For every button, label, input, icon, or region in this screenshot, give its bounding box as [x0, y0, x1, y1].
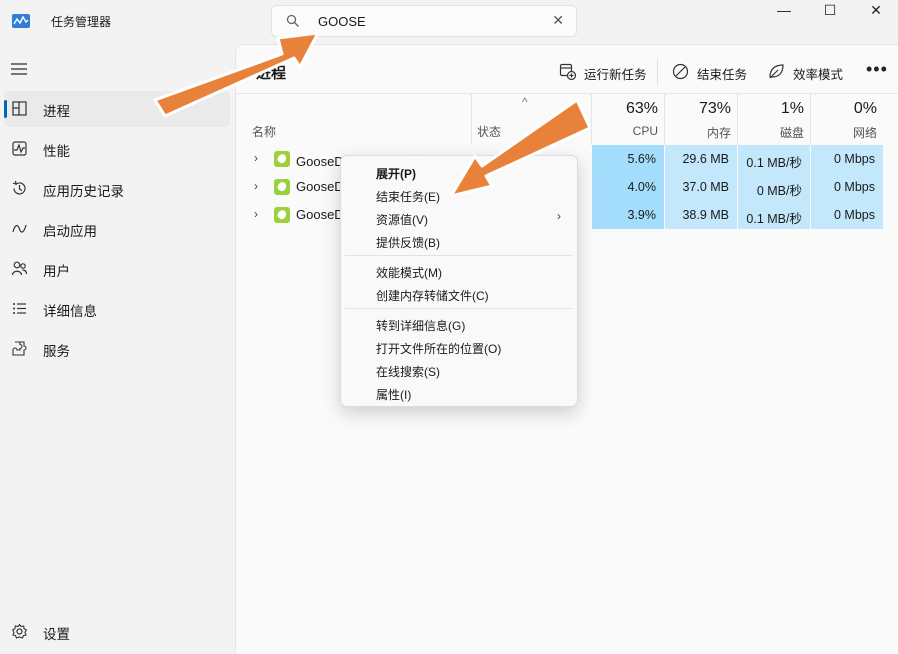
- page-title: 进程: [256, 65, 287, 82]
- clear-search-icon[interactable]: ✕: [552, 12, 564, 29]
- sidebar-item-startup[interactable]: 启动应用: [4, 211, 230, 247]
- network-cell: 0 Mbps: [811, 201, 883, 229]
- sidebar-item-label: 进程: [43, 104, 70, 119]
- menu-divider: [345, 308, 573, 309]
- sidebar-item-label: 应用历史记录: [43, 184, 124, 199]
- run-new-task-icon: [559, 63, 576, 80]
- network-cell: 0 Mbps: [811, 145, 883, 173]
- performance-icon: [12, 141, 27, 156]
- cpu-cell: 3.9%: [592, 201, 664, 229]
- menu-item-efficiency-mode[interactable]: 效能模式(M): [376, 264, 442, 281]
- menu-item-go-to-details[interactable]: 转到详细信息(G): [376, 317, 465, 334]
- sidebar: 进程 性能 应用历史记录 启动应用 用户 详细信息 服务 设置: [0, 44, 235, 654]
- details-icon: [13, 303, 26, 314]
- app-history-icon: [12, 180, 26, 195]
- memory-cell: 37.0 MB: [665, 173, 737, 201]
- sort-ascending-icon: ^: [522, 95, 528, 109]
- cpu-total[interactable]: 63%: [592, 100, 658, 118]
- search-box[interactable]: GOOSE ✕: [271, 5, 577, 37]
- cpu-cell: 4.0%: [592, 173, 664, 201]
- submenu-chevron-icon: ›: [557, 209, 561, 223]
- goose-app-icon: [274, 151, 290, 167]
- menu-item-properties[interactable]: 属性(I): [376, 386, 411, 403]
- sidebar-item-processes[interactable]: 进程: [4, 91, 230, 127]
- end-task-label: 结束任务: [697, 68, 748, 82]
- services-icon: [12, 341, 27, 356]
- run-new-task-button[interactable]: 运行新任务: [559, 62, 649, 82]
- sidebar-item-label: 详细信息: [43, 304, 97, 319]
- cpu-cell: 5.6%: [592, 145, 664, 173]
- processes-icon: [12, 101, 27, 116]
- disk-cell: 0 MB/秒: [738, 173, 810, 201]
- minimize-button[interactable]: —: [764, 2, 804, 24]
- sidebar-item-details[interactable]: 详细信息: [4, 291, 230, 327]
- network-cell: 0 Mbps: [811, 173, 883, 201]
- sidebar-item-label: 启动应用: [43, 224, 97, 239]
- disk-cell: 0.1 MB/秒: [738, 145, 810, 173]
- memory-cell: 38.9 MB: [665, 201, 737, 229]
- sidebar-item-label: 性能: [43, 144, 70, 159]
- gear-icon: [11, 623, 28, 639]
- window-title: 任务管理器: [51, 15, 112, 29]
- menu-divider: [345, 255, 573, 256]
- network-column-header[interactable]: 网络: [811, 124, 877, 141]
- sidebar-item-app-history[interactable]: 应用历史记录: [4, 171, 230, 207]
- efficiency-mode-label: 效率模式: [793, 68, 844, 82]
- sidebar-item-users[interactable]: 用户: [4, 251, 230, 287]
- sidebar-item-label: 用户: [43, 264, 70, 279]
- expand-chevron-icon[interactable]: ›: [254, 179, 258, 193]
- leaf-icon: [769, 64, 784, 79]
- expand-chevron-icon[interactable]: ›: [254, 151, 258, 165]
- hamburger-menu-icon[interactable]: [11, 62, 27, 76]
- memory-total[interactable]: 73%: [665, 100, 731, 118]
- startup-icon: [12, 224, 27, 233]
- toolbar-divider: [657, 59, 658, 85]
- context-menu: 展开(P) 结束任务(E) 资源值(V) › 提供反馈(B) 效能模式(M) 创…: [340, 155, 578, 407]
- active-indicator: [4, 100, 7, 118]
- efficiency-mode-button[interactable]: 效率模式: [768, 62, 848, 82]
- goose-app-icon: [274, 207, 290, 223]
- more-options-icon[interactable]: •••: [866, 59, 888, 80]
- menu-item-create-dump[interactable]: 创建内存转储文件(C): [376, 287, 489, 304]
- search-input[interactable]: GOOSE: [318, 14, 366, 29]
- disk-total[interactable]: 1%: [738, 100, 804, 118]
- memory-cell: 29.6 MB: [665, 145, 737, 173]
- end-task-button[interactable]: 结束任务: [672, 62, 752, 82]
- expand-chevron-icon[interactable]: ›: [254, 207, 258, 221]
- menu-item-feedback[interactable]: 提供反馈(B): [376, 234, 440, 251]
- menu-item-open-file-location[interactable]: 打开文件所在的位置(O): [376, 340, 501, 357]
- status-column-header[interactable]: 状态: [477, 123, 501, 140]
- column-divider: [471, 93, 472, 145]
- name-column-header[interactable]: 名称: [252, 123, 276, 140]
- sidebar-item-label: 服务: [43, 344, 70, 359]
- sidebar-item-settings[interactable]: 设置: [4, 614, 230, 650]
- title-bar: 任务管理器 GOOSE ✕ — ☐ ✕: [0, 0, 898, 44]
- sidebar-item-performance[interactable]: 性能: [4, 131, 230, 167]
- memory-column-header[interactable]: 内存: [665, 124, 731, 141]
- sidebar-item-label: 设置: [43, 627, 70, 642]
- task-manager-app-icon: [12, 14, 30, 28]
- menu-item-resource-values[interactable]: 资源值(V): [376, 211, 428, 228]
- cpu-column-header[interactable]: CPU: [592, 124, 658, 138]
- menu-item-search-online[interactable]: 在线搜索(S): [376, 363, 440, 380]
- end-task-icon: [672, 63, 689, 80]
- goose-app-icon: [274, 179, 290, 195]
- network-total[interactable]: 0%: [811, 100, 877, 118]
- menu-item-expand[interactable]: 展开(P): [376, 165, 416, 182]
- run-new-task-label: 运行新任务: [584, 68, 647, 82]
- menu-item-end-task[interactable]: 结束任务(E): [376, 188, 440, 205]
- sidebar-item-services[interactable]: 服务: [4, 331, 230, 367]
- search-icon: [286, 14, 299, 27]
- close-button[interactable]: ✕: [856, 2, 896, 24]
- users-icon: [11, 261, 28, 276]
- maximize-button[interactable]: ☐: [810, 2, 850, 24]
- disk-cell: 0.1 MB/秒: [738, 201, 810, 229]
- disk-column-header[interactable]: 磁盘: [738, 124, 804, 141]
